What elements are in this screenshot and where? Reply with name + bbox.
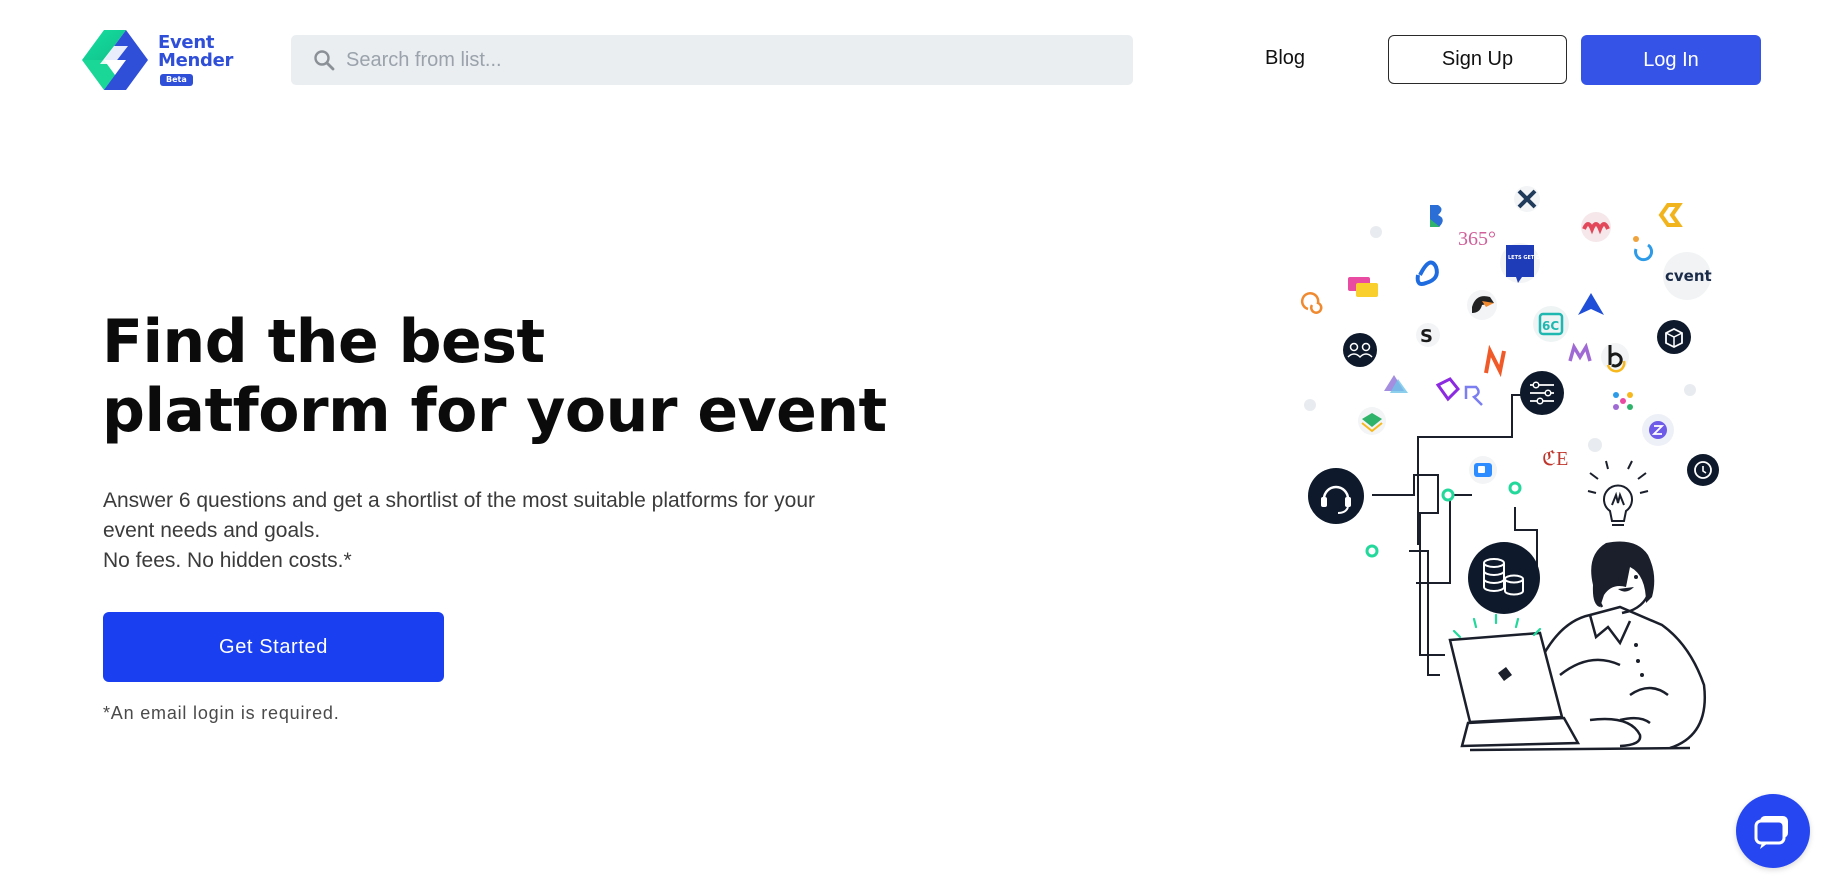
- search-icon: [314, 50, 335, 71]
- svg-text:6C: 6C: [1542, 319, 1559, 333]
- platform-logo-cards-icon: [1348, 277, 1378, 297]
- woman-hair: [1591, 541, 1655, 607]
- platform-logo-gem-icon: [1435, 377, 1461, 402]
- platform-logo-s-icon: S: [1416, 323, 1440, 347]
- sign-up-button[interactable]: Sign Up: [1388, 35, 1567, 84]
- platform-logo-flower-icon: [1613, 392, 1633, 410]
- platform-logo-byellow-icon: [1601, 343, 1629, 373]
- platform-logo-6c-icon: 6C: [1533, 306, 1569, 342]
- lightbulb-icon: [1587, 460, 1649, 526]
- hero-subtitle: Answer 6 questions and get a shortlist o…: [103, 486, 903, 576]
- nav-blog-link[interactable]: Blog: [1265, 47, 1305, 70]
- platform-logo-wave-icon: [1581, 212, 1611, 242]
- hero-title: Find the best platform for your event: [102, 308, 962, 446]
- platform-logo-b-icon: [1430, 205, 1443, 227]
- platform-logo-clock-icon: [1687, 454, 1719, 486]
- platform-logo-box-icon: [1358, 407, 1386, 435]
- platform-logo-letsgetdigital: LETS GET DIGI TAL: [1500, 243, 1561, 283]
- platform-logo-swirl-icon: [1415, 260, 1439, 286]
- decor-dot: [1370, 226, 1382, 238]
- platform-logo-m-icon: [1568, 342, 1592, 362]
- circuit-node: [1508, 481, 1522, 495]
- laptop-illustration: [1448, 631, 1581, 748]
- decor-dot: [1684, 384, 1696, 396]
- logo-word-mender: Mender: [158, 50, 234, 71]
- platform-logo-n-icon: [1484, 344, 1506, 378]
- platform-logo-cube-icon: [1657, 320, 1691, 354]
- platform-logo-cvent: cvent: [1665, 267, 1712, 285]
- decor-dot: [1304, 399, 1316, 411]
- platform-logo-zoom-icon: [1469, 456, 1497, 484]
- platform-logo-x-icon: [1514, 186, 1540, 212]
- hero-subtitle-line-1: Answer 6 questions and get a shortlist o…: [103, 489, 816, 512]
- event-mender-logo-icon: [82, 30, 148, 90]
- logo-wordmark: Event Mender Beta: [158, 34, 233, 86]
- get-started-button[interactable]: Get Started: [103, 612, 444, 682]
- headset-support-icon: [1308, 468, 1364, 524]
- site-logo[interactable]: Event Mender Beta: [78, 24, 243, 96]
- platform-logo-people-icon: [1343, 333, 1377, 367]
- platform-logo-ce: ℭE: [1542, 448, 1568, 470]
- hero-subtitle-line-3: No fees. No hidden costs.*: [103, 549, 352, 572]
- platform-logo-arrow-icon: [1578, 293, 1604, 315]
- decor-dot: [1588, 438, 1602, 452]
- chat-widget-button[interactable]: [1736, 794, 1810, 868]
- email-login-footnote: *An email login is required.: [103, 703, 340, 723]
- hero-title-line-2: platform for your event: [102, 376, 887, 446]
- landing-page: Event Mender Beta Blog Sign Up Log In Fi…: [0, 0, 1832, 885]
- woman-shirt-dots: [1634, 643, 1644, 677]
- sliders-icon: [1520, 371, 1564, 415]
- platform-logo-r-icon: [1464, 385, 1483, 406]
- coins-icon: [1468, 542, 1540, 614]
- search-input[interactable]: [346, 40, 1106, 80]
- platform-logo-bring-icon: [1633, 236, 1653, 262]
- svg-text:LETS GET DIGI TAL: LETS GET DIGI TAL: [1508, 255, 1561, 261]
- svg-text:S: S: [1420, 326, 1433, 347]
- platform-logo-e-icon: [1658, 203, 1683, 227]
- chat-bubble-icon: [1754, 816, 1788, 849]
- platform-logo-365: 365°: [1458, 228, 1496, 250]
- platform-logo-triangles-icon: [1384, 375, 1408, 393]
- search-bar[interactable]: [291, 35, 1133, 85]
- circuit-node: [1365, 544, 1379, 558]
- hero-illustration: 365° cvent LETS GET DIGI TAL 6C S ℭE: [1301, 186, 1719, 752]
- hero-title-line-1: Find the best: [102, 307, 545, 377]
- platform-logo-spiral-icon: [1301, 292, 1323, 314]
- log-in-button[interactable]: Log In: [1581, 35, 1761, 85]
- beta-badge: Beta: [160, 74, 193, 86]
- platform-logo-toucan-icon: [1467, 290, 1497, 320]
- platform-logo-z-icon: [1642, 414, 1674, 446]
- hero-subtitle-line-2: event needs and goals.: [103, 519, 321, 542]
- circuit-node: [1441, 488, 1455, 502]
